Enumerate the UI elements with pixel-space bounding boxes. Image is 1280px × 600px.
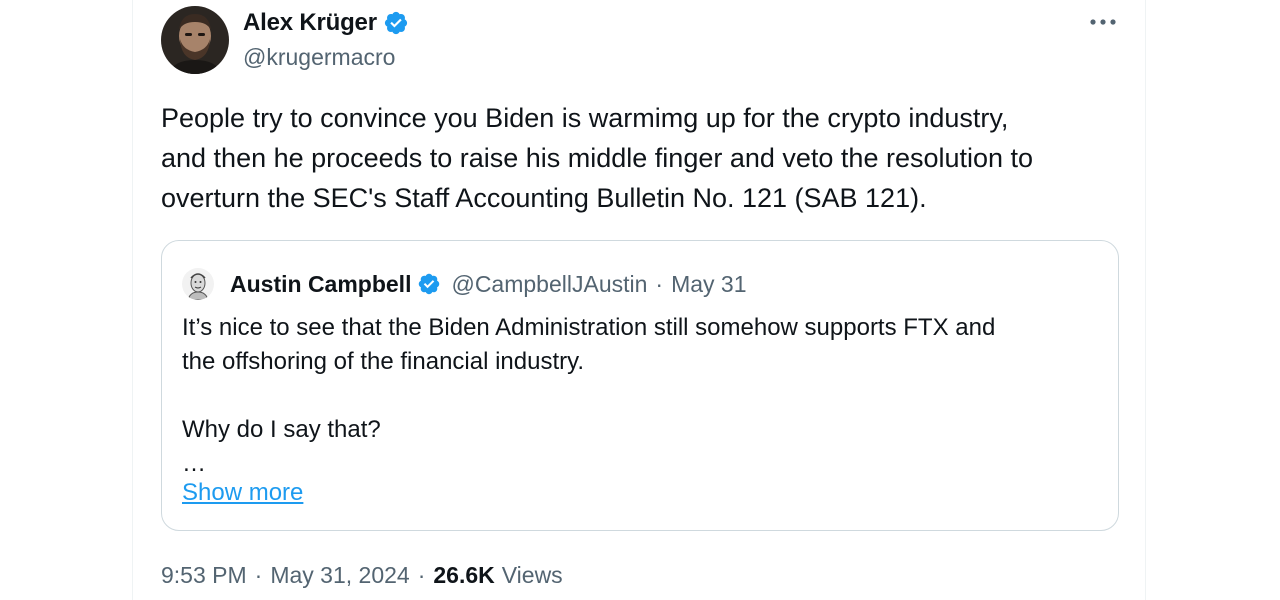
views-label: Views [501,562,563,588]
tweet-time[interactable]: 9:53 PM [161,562,247,589]
author-name-row: Alex Krüger [243,8,409,38]
quote-author-handle[interactable]: @CampbellJAustin [451,271,647,298]
quote-avatar[interactable] [182,268,214,300]
author-avatar[interactable] [161,6,229,74]
tweet-text: People try to convince you Biden is warm… [161,103,1034,213]
quote-date[interactable]: May 31 [671,271,746,298]
quote-separator: · [655,270,664,297]
person-avatar-icon [161,6,229,74]
author-handle[interactable]: @krugermacro [243,44,395,71]
more-options-button[interactable] [1087,8,1119,36]
verified-badge-icon [384,11,407,35]
quoted-tweet[interactable]: Austin Campbell @CampbellJAustin · May 3… [161,240,1119,531]
meta-separator: · [417,562,426,588]
tweet-date[interactable]: May 31, 2024 [270,562,409,589]
tweet-meta: 9:53 PM · May 31, 2024 · 26.6K Views [161,562,563,589]
views-count[interactable]: 26.6K [433,562,494,589]
verified-badge-icon [419,273,440,295]
author-name[interactable]: Alex Krüger [243,9,377,37]
show-more-link[interactable]: Show more [182,479,303,507]
person-avatar-icon [182,268,214,300]
tweet-card: Alex Krüger @krugermacro People try to c… [132,0,1146,600]
quote-text: It’s nice to see that the Biden Administ… [182,314,996,477]
quote-header: Austin Campbell @CampbellJAustin · May 3… [182,268,747,300]
more-horizontal-icon [1090,19,1116,25]
meta-separator: · [254,562,263,588]
quote-author-name[interactable]: Austin Campbell [230,271,411,298]
